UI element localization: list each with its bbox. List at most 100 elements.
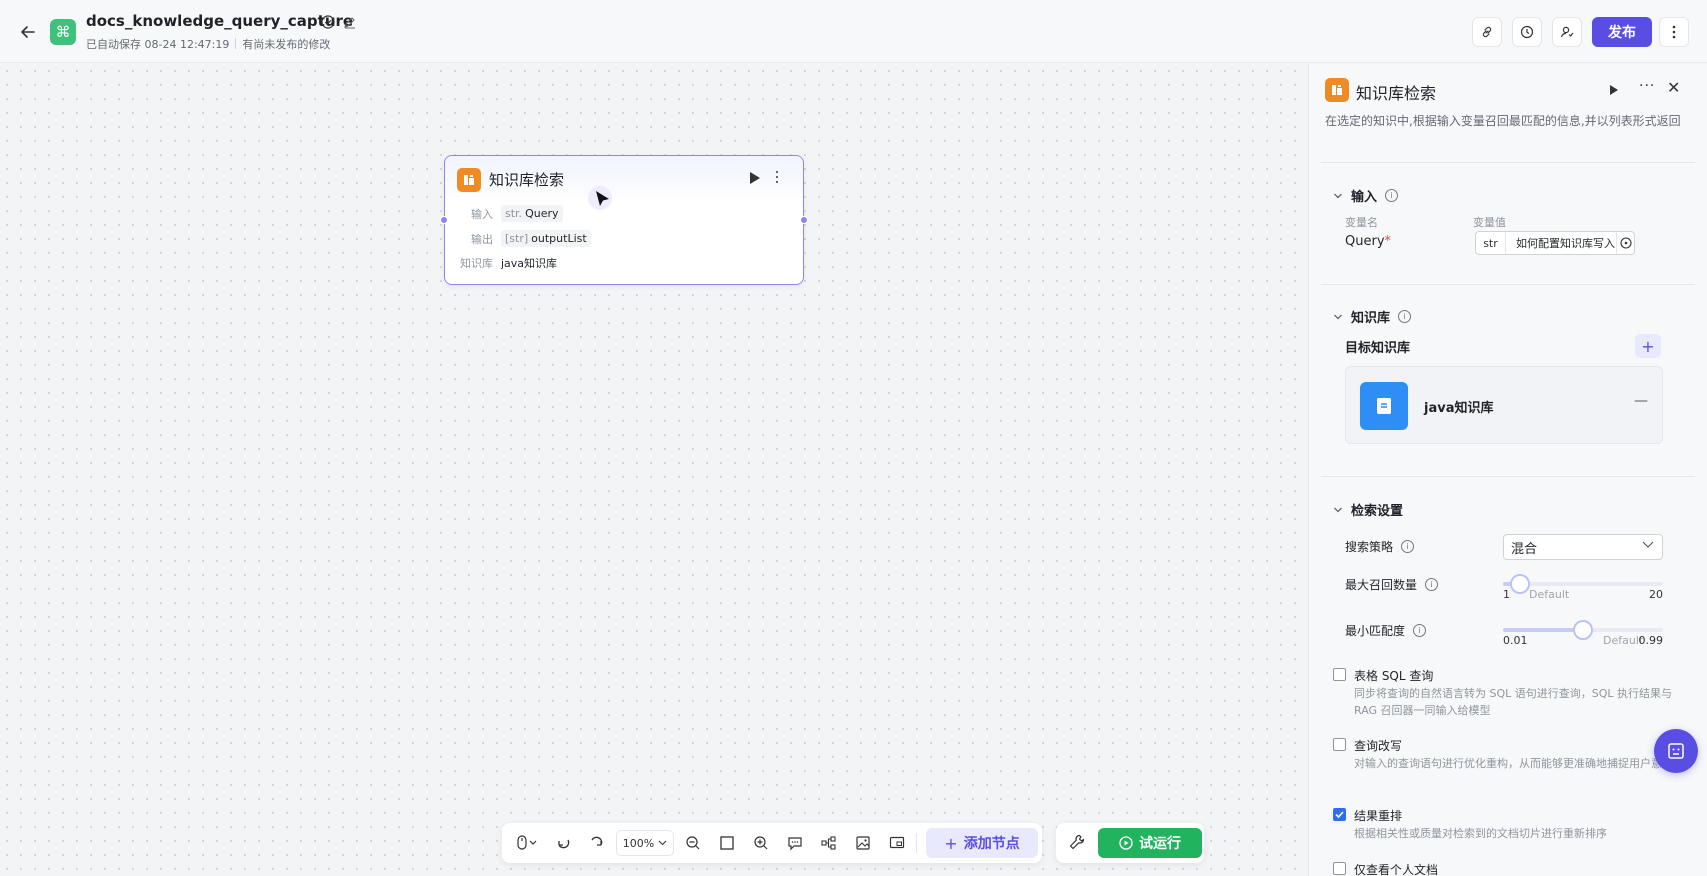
node-kb-row: 知识库 java知识库 xyxy=(445,255,557,271)
back-arrow-icon[interactable] xyxy=(18,22,38,42)
image-icon xyxy=(856,836,870,850)
plus-icon: + xyxy=(944,833,958,853)
comment-button[interactable] xyxy=(784,833,806,853)
info-icon[interactable]: i xyxy=(1401,540,1415,553)
max-recall-label-row: 最大召回数量 i xyxy=(1345,576,1439,593)
variable-select-button[interactable] xyxy=(1616,232,1634,254)
close-icon[interactable]: ✕ xyxy=(1667,78,1680,97)
more-menu-button[interactable] xyxy=(1659,17,1689,47)
option-title: 表格 SQL 查询 xyxy=(1354,669,1434,683)
layout-button[interactable] xyxy=(818,833,840,853)
toolbar-divider xyxy=(916,833,917,853)
slider-min: 1 xyxy=(1503,588,1510,601)
min-match-slider[interactable] xyxy=(1503,620,1663,640)
edit-pencil-icon[interactable] xyxy=(343,15,357,29)
more-vertical-icon xyxy=(1672,25,1676,39)
option-title: 查询改写 xyxy=(1354,739,1403,753)
strategy-select[interactable]: 混合 xyxy=(1503,534,1663,560)
kb-section-header[interactable]: 知识库 i xyxy=(1333,307,1412,326)
node-output-value: outputList xyxy=(531,232,587,245)
var-type[interactable]: str xyxy=(1476,232,1506,254)
node-header: 知识库检索 xyxy=(445,156,803,204)
chevron-down-icon xyxy=(1334,314,1342,319)
panel-description: 在选定的知识中,根据输入变量召回最匹配的信息,并以列表形式返回 xyxy=(1325,114,1681,128)
var-value-field[interactable]: str 如何配置知识库写入1 xyxy=(1475,231,1635,255)
zoom-out-button[interactable] xyxy=(682,833,704,853)
collaborator-button[interactable] xyxy=(1552,17,1582,47)
max-recall-slider[interactable] xyxy=(1503,574,1663,594)
variable-icon xyxy=(1619,237,1632,249)
undo-button[interactable] xyxy=(552,833,574,853)
var-value-input[interactable]: 如何配置知识库写入1 xyxy=(1506,235,1616,251)
rerank-checkbox[interactable] xyxy=(1333,808,1346,821)
info-icon[interactable]: i xyxy=(1385,189,1399,202)
check-circle-icon xyxy=(321,15,335,29)
link-button[interactable] xyxy=(1472,17,1502,47)
autosave-text: 已自动保存 08-24 12:47:19 xyxy=(86,38,230,51)
divider xyxy=(1321,476,1695,477)
strategy-value: 混合 xyxy=(1511,541,1538,557)
sql-query-checkbox[interactable] xyxy=(1333,668,1346,681)
fit-view-button[interactable] xyxy=(716,833,738,853)
personal-docs-checkbox[interactable] xyxy=(1333,862,1346,875)
query-rewrite-checkbox[interactable] xyxy=(1333,738,1346,751)
node-row-label: 知识库 xyxy=(460,257,493,270)
chevron-down-icon xyxy=(1642,541,1654,548)
publish-button[interactable]: 发布 xyxy=(1592,17,1652,47)
max-recall-label: 最大召回数量 xyxy=(1345,578,1418,592)
node-row-label: 输入 xyxy=(471,207,493,221)
zoom-in-button[interactable] xyxy=(750,833,772,853)
knowledge-search-node[interactable]: 知识库检索 输入 str. Query 输出 [str] outputList 知识… xyxy=(440,155,808,285)
node-row-label: 输出 xyxy=(471,232,493,246)
info-icon[interactable]: i xyxy=(1398,310,1412,323)
slider-thumb[interactable] xyxy=(1510,574,1530,594)
var-name: Query* xyxy=(1345,234,1391,249)
slider-fill xyxy=(1503,628,1583,632)
workflow-app-icon: ⌘ xyxy=(50,19,76,45)
fit-view-icon xyxy=(720,836,734,850)
top-bar: ⌘ docs_knowledge_query_capture 已自动保存 08-… xyxy=(0,0,1707,63)
play-circle-icon xyxy=(1119,836,1133,850)
info-icon[interactable]: i xyxy=(1425,578,1439,591)
wrench-icon[interactable] xyxy=(1068,833,1086,851)
remove-kb-button[interactable]: — xyxy=(1634,393,1648,409)
option-title: 结果重排 xyxy=(1354,809,1403,823)
search-section-header[interactable]: 检索设置 xyxy=(1333,500,1403,519)
play-icon[interactable] xyxy=(1609,84,1619,96)
link-icon xyxy=(1482,26,1492,38)
node-kb-value: java知识库 xyxy=(501,257,558,270)
history-icon xyxy=(1520,25,1534,39)
info-icon[interactable]: i xyxy=(1413,624,1427,637)
play-icon[interactable] xyxy=(749,171,761,185)
minimap-button[interactable] xyxy=(886,833,908,853)
slider-thumb[interactable] xyxy=(1573,620,1593,640)
output-handle[interactable] xyxy=(800,216,808,224)
collaborator-icon xyxy=(1560,26,1574,38)
target-kb-label: 目标知识库 xyxy=(1345,341,1411,356)
redo-button[interactable] xyxy=(586,833,608,853)
min-match-label-row: 最小匹配度 i xyxy=(1345,622,1427,639)
add-kb-button[interactable]: + xyxy=(1635,334,1661,358)
chevron-down-icon xyxy=(1334,507,1342,512)
more-horizontal-icon[interactable]: ··· xyxy=(1639,78,1655,94)
slider-max: 0.99 xyxy=(1638,634,1664,647)
input-handle[interactable] xyxy=(440,216,448,224)
undo-icon xyxy=(558,839,570,849)
minimap-icon xyxy=(889,836,905,849)
zoom-in-icon xyxy=(754,836,768,850)
mouse-cursor-icon xyxy=(588,186,612,210)
assistant-button[interactable] xyxy=(1654,729,1698,773)
input-section-header[interactable]: 输入 i xyxy=(1333,186,1399,205)
more-vertical-icon[interactable] xyxy=(775,170,779,184)
add-node-button[interactable]: + 添加节点 xyxy=(926,828,1038,858)
kb-card: java知识库 — xyxy=(1345,366,1663,444)
zoom-select[interactable]: 100% xyxy=(616,830,674,856)
knowledge-base-icon xyxy=(1325,78,1349,102)
pointer-mode-button[interactable] xyxy=(512,833,542,853)
history-button[interactable] xyxy=(1512,17,1542,47)
test-run-button[interactable]: 试运行 xyxy=(1098,828,1202,858)
export-image-button[interactable] xyxy=(852,833,874,853)
type-prefix: str. xyxy=(505,207,523,220)
divider xyxy=(1321,162,1695,163)
check-icon xyxy=(1335,811,1344,819)
